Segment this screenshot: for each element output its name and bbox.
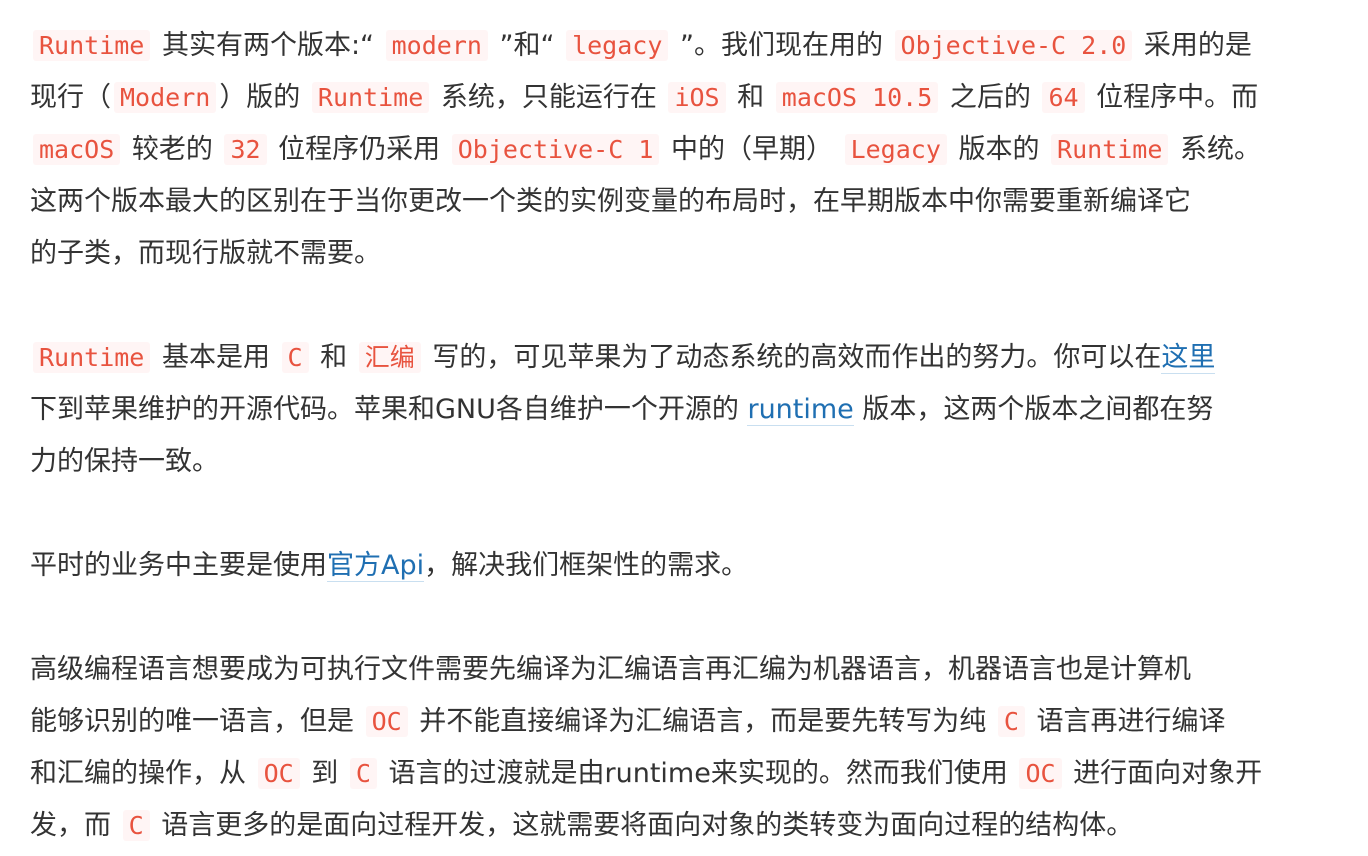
- text-run: 能够识别的唯一语言，但是: [30, 706, 363, 737]
- text-run: 的子类，而现行版就不需要。: [30, 238, 381, 269]
- text-run: ”和“: [490, 30, 564, 61]
- inline-code: Modern: [114, 82, 217, 113]
- inline-code: macOS: [33, 134, 121, 165]
- text-line: 发，而 C 语言更多的是面向过程开发，这就需要将面向对象的类转变为面向过程的结构…: [30, 800, 1330, 852]
- text-run: ，解决我们框架性的需求。: [424, 550, 749, 581]
- text-run: 语言更多的是面向过程开发，这就需要将面向对象的类转变为面向过程的结构体。: [152, 810, 1134, 841]
- paragraph-1: Runtime 其实有两个版本:“ modern ”和“ legacy ”。我们…: [30, 20, 1330, 280]
- text-line: Runtime 基本是用 C 和 汇编 写的，可见苹果为了动态系统的高效而作出的…: [30, 332, 1330, 384]
- text-run: 平时的业务中主要是使用: [30, 550, 327, 581]
- text-run: 力的保持一致。: [30, 446, 219, 477]
- text-run: 和: [311, 342, 356, 373]
- inline-code: 32: [224, 134, 267, 165]
- text-run: 语言的过渡就是由runtime来实现的。然而我们使用: [379, 758, 1017, 789]
- inline-code: C: [281, 342, 309, 373]
- text-run: 基本是用: [153, 342, 279, 373]
- text-run: 现行（: [30, 82, 111, 113]
- text-line: 能够识别的唯一语言，但是 OC 并不能直接编译为汇编语言，而是要先转写为纯 C …: [30, 696, 1330, 748]
- text-run: 较老的: [123, 134, 222, 165]
- text-line: Runtime 其实有两个版本:“ modern ”和“ legacy ”。我们…: [30, 20, 1330, 72]
- paragraph-4: 高级编程语言想要成为可执行文件需要先编译为汇编语言再汇编为机器语言，机器语言也是…: [30, 644, 1330, 852]
- text-run: 中的（早期）: [662, 134, 842, 165]
- inline-code: Objective-C 1: [451, 134, 660, 165]
- text-run: 版本，这两个版本之间都在努: [853, 394, 1214, 425]
- text-line: macOS 较老的 32 位程序仍采用 Objective-C 1 中的（早期）…: [30, 124, 1330, 176]
- text-run: 采用的是: [1135, 30, 1252, 61]
- inline-code: Runtime: [1051, 134, 1169, 165]
- text-run: 并不能直接编译为汇编语言，而是要先转写为纯: [410, 706, 995, 737]
- text-run: 到: [302, 758, 347, 789]
- text-run: 位程序仍采用: [269, 134, 449, 165]
- text-run: 写的，可见苹果为了动态系统的高效而作出的努力。你可以在: [423, 342, 1162, 373]
- inline-code: 汇编: [358, 342, 421, 373]
- text-run: 版本的: [949, 134, 1049, 165]
- inline-code: iOS: [668, 82, 726, 113]
- text-run: 之后的: [941, 82, 1040, 113]
- inline-code: OC: [257, 758, 300, 789]
- text-run: 系统。: [1171, 134, 1261, 165]
- inline-code: 64: [1042, 82, 1085, 113]
- paragraph-2: Runtime 基本是用 C 和 汇编 写的，可见苹果为了动态系统的高效而作出的…: [30, 332, 1330, 488]
- text-run: 位程序中。而: [1087, 82, 1259, 113]
- text-line: 力的保持一致。: [30, 436, 1330, 488]
- text-line: 高级编程语言想要成为可执行文件需要先编译为汇编语言再汇编为机器语言，机器语言也是…: [30, 644, 1330, 696]
- text-line: 和汇编的操作，从 OC 到 C 语言的过渡就是由runtime来实现的。然而我们…: [30, 748, 1330, 800]
- text-line: 平时的业务中主要是使用官方Api，解决我们框架性的需求。: [30, 540, 1330, 592]
- text-line: 的子类，而现行版就不需要。: [30, 228, 1330, 280]
- inline-code: C: [349, 758, 377, 789]
- text-line: 下到苹果维护的开源代码。苹果和GNU各自维护一个开源的 runtime 版本，这…: [30, 384, 1330, 436]
- inline-link[interactable]: 这里: [1161, 342, 1216, 374]
- inline-code: C: [122, 810, 150, 841]
- text-run: 高级编程语言想要成为可执行文件需要先编译为汇编语言再汇编为机器语言，机器语言也是…: [30, 654, 1191, 685]
- inline-code: Objective-C 2.0: [894, 30, 1133, 61]
- inline-code: OC: [1019, 758, 1062, 789]
- text-run: 和: [728, 82, 773, 113]
- inline-code: legacy: [566, 30, 669, 61]
- inline-code: Legacy: [844, 134, 947, 165]
- text-run: ”。我们现在用的: [671, 30, 892, 61]
- text-run: 系统，只能运行在: [432, 82, 666, 113]
- text-run: 下到苹果维护的开源代码。苹果和GNU各自维护一个开源的: [30, 394, 748, 425]
- inline-link[interactable]: 官方Api: [327, 550, 425, 582]
- inline-code: modern: [385, 30, 488, 61]
- text-line: 现行（ Modern ）版的 Runtime 系统，只能运行在 iOS 和 macO…: [30, 72, 1330, 124]
- paragraph-3: 平时的业务中主要是使用官方Api，解决我们框架性的需求。: [30, 540, 1330, 592]
- text-run: 这两个版本最大的区别在于当你更改一个类的实例变量的布局时，在早期版本中你需要重新…: [30, 186, 1191, 217]
- article-body: Runtime 其实有两个版本:“ modern ”和“ legacy ”。我们…: [30, 20, 1330, 852]
- text-run: 进行面向对象开: [1064, 758, 1263, 789]
- inline-code: Runtime: [33, 342, 151, 373]
- text-run: 语言再进行编译: [1027, 706, 1226, 737]
- text-run: ）版的: [219, 82, 309, 113]
- text-run: 发，而: [30, 810, 120, 841]
- inline-link[interactable]: runtime: [747, 394, 854, 426]
- text-line: 这两个版本最大的区别在于当你更改一个类的实例变量的布局时，在早期版本中你需要重新…: [30, 176, 1330, 228]
- inline-code: Runtime: [311, 82, 430, 113]
- inline-code: OC: [365, 706, 408, 737]
- inline-code: Runtime: [33, 30, 151, 61]
- inline-code: C: [997, 706, 1025, 737]
- text-run: 其实有两个版本:“: [153, 30, 383, 61]
- inline-code: macOS 10.5: [775, 82, 939, 113]
- text-run: 和汇编的操作，从: [30, 758, 255, 789]
